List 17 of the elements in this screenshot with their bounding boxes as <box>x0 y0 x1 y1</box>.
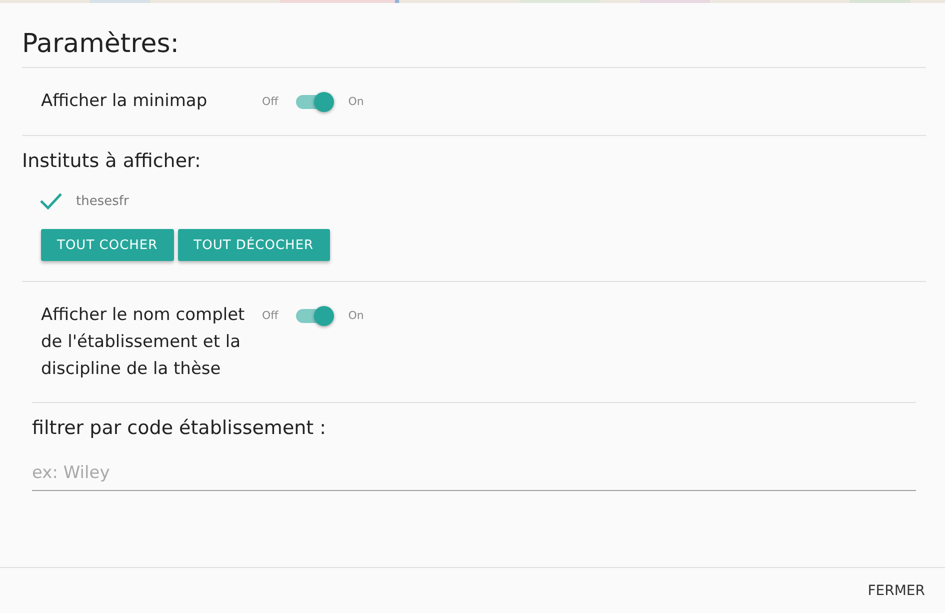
off-label: Off <box>262 308 278 324</box>
off-label: Off <box>262 94 278 110</box>
toggle-switch[interactable] <box>296 309 332 323</box>
on-label: On <box>348 308 364 324</box>
toggle-switch[interactable] <box>296 95 332 109</box>
checkmark-icon[interactable] <box>40 192 62 210</box>
action-button[interactable]: TOUT COCHER <box>41 229 174 261</box>
close-button[interactable]: FERMER <box>864 578 929 602</box>
section-title: Instituts à afficher: <box>22 149 202 174</box>
on-label: On <box>348 94 364 110</box>
checkbox-label: thesesfr <box>76 194 129 208</box>
setting-label: Afficher la minimap <box>41 90 208 113</box>
dialog-title: Paramètres: <box>22 27 926 68</box>
action-button[interactable]: TOUT DÉCOCHER <box>178 229 330 261</box>
filter-label: filtrer par code établissement : <box>32 416 328 441</box>
setting-label: Afficher le nom complet de l'établissement et la discipline de la thèse <box>41 304 246 381</box>
filter-input[interactable]: ex: Wiley <box>32 455 916 491</box>
